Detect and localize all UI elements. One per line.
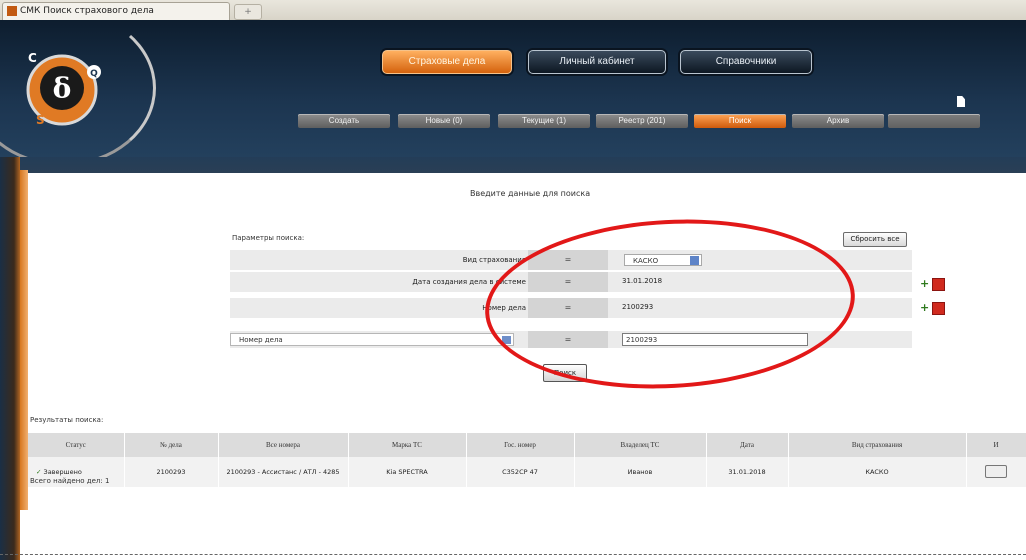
favicon-icon xyxy=(7,6,17,16)
column-header[interactable]: Владелец ТС xyxy=(574,433,707,457)
tab-personal-cabinet[interactable]: Личный кабинет xyxy=(528,50,666,74)
results-label: Результаты поиска: xyxy=(30,416,104,424)
document-icon[interactable] xyxy=(957,96,965,107)
tab-insurance-cases[interactable]: Страховые дела xyxy=(382,50,512,74)
reset-all-button[interactable]: Сбросить все xyxy=(843,232,907,247)
column-header[interactable]: Дата xyxy=(706,433,789,457)
content-frame-top xyxy=(20,157,1026,173)
column-header[interactable]: № дела xyxy=(124,433,219,457)
table-header-row: Статус № дела Все номера Марка ТС Гос. н… xyxy=(28,433,1026,457)
subtab-archive[interactable]: Архив xyxy=(792,114,884,128)
field-select-value: Номер дела xyxy=(239,336,283,344)
search-heading: Введите данные для поиска xyxy=(470,189,591,198)
results-table: Статус № дела Все номера Марка ТС Гос. н… xyxy=(28,433,1026,487)
column-header[interactable]: Марка ТС xyxy=(348,433,467,457)
column-header[interactable]: И xyxy=(966,433,1026,457)
plate-cell: С352СР 47 xyxy=(466,457,575,487)
row-actions: + xyxy=(920,301,950,315)
subtab-registry[interactable]: Реестр (201) xyxy=(596,114,688,128)
owner-cell: Иванов xyxy=(574,457,707,487)
column-header[interactable]: Все номера xyxy=(218,433,349,457)
site-header: δ С S Q Страховые дела Личный кабинет Сп… xyxy=(0,10,1026,166)
left-frame xyxy=(0,157,20,560)
new-tab-button[interactable]: + xyxy=(234,4,262,20)
logo-letter-center: δ xyxy=(53,72,72,105)
remove-icon[interactable] xyxy=(932,278,945,291)
logo-letter-s: S xyxy=(36,113,45,127)
remove-icon[interactable] xyxy=(932,302,945,315)
browser-tab-bar: СМК Поиск страхового дела + xyxy=(0,0,1026,21)
column-header[interactable]: Статус xyxy=(28,433,125,457)
date-cell: 31.01.2018 xyxy=(706,457,789,487)
field-select[interactable]: Номер дела xyxy=(230,333,514,346)
add-icon[interactable]: + xyxy=(920,277,929,291)
subtab-new[interactable]: Новые (0) xyxy=(398,114,490,128)
subtab-current[interactable]: Текущие (1) xyxy=(498,114,590,128)
dashed-divider xyxy=(0,554,1026,555)
action-cell xyxy=(966,457,1026,487)
column-header[interactable]: Вид страхования xyxy=(788,433,967,457)
tab-references[interactable]: Справочники xyxy=(680,50,812,74)
subtab-create[interactable]: Создать xyxy=(298,114,390,128)
status-icon: ✓ xyxy=(36,468,42,476)
brand-cell: Kia SPECTRA xyxy=(348,457,467,487)
insurance-cell: КАСКО xyxy=(788,457,967,487)
all-numbers-cell: 2100293 - Ассистанс / АТЛ - 4285 xyxy=(218,457,349,487)
found-count: Всего найдено дел: 1 xyxy=(30,477,110,485)
row-actions: + xyxy=(920,277,950,291)
column-header[interactable]: Гос. номер xyxy=(466,433,575,457)
row-action-button[interactable] xyxy=(985,464,1007,478)
logo-letter-c: С xyxy=(28,51,37,65)
subtab-search[interactable]: Поиск xyxy=(694,114,786,128)
subtab-disabled xyxy=(888,114,980,128)
add-icon[interactable]: + xyxy=(920,301,929,315)
case-number-cell[interactable]: 2100293 xyxy=(124,457,219,487)
table-row[interactable]: ✓ Завершено 2100293 2100293 - Ассистанс … xyxy=(28,457,1026,487)
params-label: Параметры поиска: xyxy=(232,234,305,242)
content-orange-edge xyxy=(20,170,28,510)
status-text: Завершено xyxy=(43,468,82,476)
logo-letter-q: Q xyxy=(90,69,98,79)
logo-icon: δ С S Q xyxy=(26,51,101,127)
